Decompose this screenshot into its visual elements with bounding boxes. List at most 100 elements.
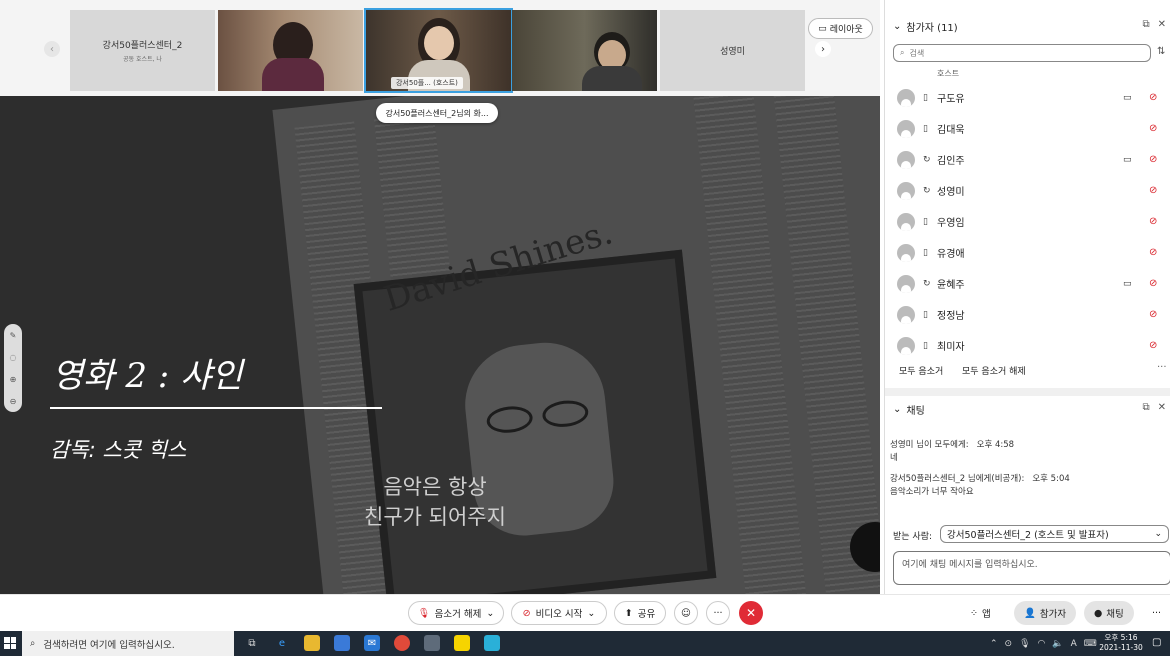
chevron-down-icon[interactable]: ⌄ bbox=[893, 21, 901, 32]
participants-header[interactable]: ⌄ 참가자 (11) bbox=[893, 19, 958, 34]
chat-message-input[interactable]: 여기에 채팅 메시지를 입력하십시오. bbox=[893, 551, 1170, 585]
webex-icon[interactable] bbox=[484, 635, 500, 651]
participant-row[interactable]: ▯ 구도유 ▭ ⊘ bbox=[885, 82, 1170, 113]
mic-muted-icon[interactable]: ⊘ bbox=[1149, 278, 1157, 289]
more-options-button[interactable]: ··· bbox=[706, 601, 730, 625]
layout-button[interactable]: ▭ 레이아웃 bbox=[808, 18, 873, 39]
participant-name: 성영미 bbox=[937, 187, 965, 198]
chevron-down-icon[interactable]: ⌄ bbox=[893, 404, 901, 415]
participant-name: 유경애 bbox=[937, 249, 965, 260]
popout-icon[interactable]: ⧉ bbox=[1142, 402, 1149, 413]
tile-name: 강서50플러스센터_2 bbox=[102, 41, 183, 51]
mic-muted-icon[interactable]: ⊘ bbox=[1149, 340, 1157, 351]
close-icon[interactable]: ✕ bbox=[1158, 19, 1166, 30]
participant-row[interactable]: ▯ 최미자 ⊘ bbox=[885, 330, 1170, 361]
apps-button[interactable]: ⁘ 앱 bbox=[970, 601, 991, 625]
mic-icon[interactable]: 🎙 bbox=[1019, 639, 1030, 649]
video-tile-self[interactable]: 강서50플러스센터_2 공동 호스트, 나 bbox=[70, 10, 215, 91]
phone-icon: ▯ bbox=[923, 309, 928, 320]
slide-subtitle: 감독: 스콧 힉스 bbox=[50, 438, 187, 462]
apps-icon: ⁘ bbox=[970, 607, 978, 619]
edge-icon[interactable]: e bbox=[274, 635, 290, 651]
chat-label: 채팅 bbox=[1106, 609, 1124, 620]
participant-search-input[interactable]: ⌕ 검색 bbox=[893, 44, 1151, 62]
network-icon[interactable]: ⊙ bbox=[1005, 639, 1013, 649]
ime-indicator[interactable]: A bbox=[1071, 639, 1077, 649]
participant-row[interactable]: ↻ 성영미 ⊘ bbox=[885, 175, 1170, 206]
keyboard-icon[interactable]: ⌨ bbox=[1084, 639, 1097, 649]
strip-prev-button[interactable]: ‹ bbox=[44, 41, 60, 57]
mute-all-button[interactable]: 모두 음소거 bbox=[899, 364, 943, 377]
share-button[interactable]: ⬆ 공유 bbox=[614, 601, 666, 625]
wifi-icon[interactable]: ◠ bbox=[1038, 639, 1046, 649]
camera-icon: ▭ bbox=[1123, 278, 1132, 289]
participant-name: 김대욱 bbox=[937, 125, 965, 136]
video-tile[interactable] bbox=[218, 10, 363, 91]
recipient-select[interactable]: 강서50플러스센터_2 (호스트 및 발표자) ⌄ bbox=[940, 525, 1169, 543]
chat-button[interactable]: ● 채팅 bbox=[1084, 601, 1134, 625]
start-video-button[interactable]: ⊘ 비디오 시작 ⌄ bbox=[511, 601, 607, 625]
mic-muted-icon[interactable]: ⊘ bbox=[1149, 92, 1157, 103]
system-tray: ⌃ ⊙ 🎙 ◠ 🔈 A ⌨ bbox=[990, 631, 1097, 656]
mic-muted-icon[interactable]: ⊘ bbox=[1149, 154, 1157, 165]
task-view-icon[interactable]: ⧉ bbox=[244, 635, 260, 651]
slide-caption: 음악은 항상 친구가 되어주지 bbox=[340, 472, 530, 532]
chevron-down-icon[interactable]: ⌄ bbox=[486, 608, 494, 619]
chevron-up-icon[interactable]: ⌃ bbox=[990, 639, 998, 649]
chevron-down-icon[interactable]: ⌄ bbox=[587, 608, 595, 619]
sharer-indicator[interactable]: 강서50플러스센터_2님의 화... bbox=[376, 103, 498, 123]
avatar bbox=[897, 181, 915, 200]
zoom-in-icon[interactable]: ⊕ bbox=[10, 375, 17, 384]
mic-muted-icon[interactable]: ⊘ bbox=[1149, 123, 1157, 134]
avatar bbox=[897, 212, 915, 231]
toolbar-more-button[interactable]: ··· bbox=[1152, 601, 1161, 625]
mail-icon[interactable]: ✉ bbox=[364, 635, 380, 651]
unmute-all-button[interactable]: 모두 음소거 해제 bbox=[962, 364, 1026, 377]
zoom-out-icon[interactable]: ⊖ bbox=[10, 397, 17, 406]
reactions-button[interactable]: ☺ bbox=[674, 601, 698, 625]
caption-line: 음악은 항상 bbox=[383, 475, 487, 499]
chevron-down-icon: ⌄ bbox=[1154, 529, 1162, 539]
recipient-label: 받는 사람: bbox=[893, 532, 933, 542]
video-tile-host[interactable]: 강서50플... (호스트) bbox=[364, 8, 513, 93]
participant-row[interactable]: ▯ 김대욱 ⊘ bbox=[885, 113, 1170, 144]
unmute-button[interactable]: 🎙 음소거 해제 ⌄ bbox=[408, 601, 504, 625]
mic-muted-icon[interactable]: ⊘ bbox=[1149, 247, 1157, 258]
popout-icon[interactable]: ⧉ bbox=[1142, 19, 1149, 30]
video-tile[interactable]: 성영미 bbox=[660, 10, 805, 91]
participant-row[interactable]: ▯ 우영임 ⊘ bbox=[885, 206, 1170, 237]
mic-muted-icon[interactable]: ⊘ bbox=[1149, 185, 1157, 196]
mic-muted-icon[interactable]: ⊘ bbox=[1149, 309, 1157, 320]
participant-row[interactable]: ▯ 정정남 ⊘ bbox=[885, 299, 1170, 330]
unmute-label: 음소거 해제 bbox=[434, 609, 482, 620]
kakaotalk-icon[interactable] bbox=[454, 635, 470, 651]
pointer-icon[interactable]: ◌ bbox=[10, 353, 17, 362]
taskbar-search-input[interactable]: ⌕ 검색하려면 여기에 입력하십시오. bbox=[22, 631, 234, 656]
app-icon[interactable] bbox=[424, 635, 440, 651]
chat-header[interactable]: ⌄ 채팅 bbox=[893, 402, 925, 417]
annotation-controls[interactable]: ✎ ◌ ⊕ ⊖ bbox=[4, 324, 22, 412]
notification-icon[interactable]: ▢ bbox=[1152, 637, 1161, 648]
sort-icon[interactable]: ⇅ bbox=[1157, 46, 1165, 57]
participants-button[interactable]: 👤 참가자 bbox=[1014, 601, 1077, 625]
participant-name: 김인주 bbox=[937, 156, 965, 167]
store-icon[interactable] bbox=[334, 635, 350, 651]
video-off-icon: ⊘ bbox=[522, 607, 531, 619]
strip-next-button[interactable]: › bbox=[815, 41, 831, 57]
participant-row[interactable]: ↻ 윤혜주 ▭ ⊘ bbox=[885, 268, 1170, 299]
close-icon[interactable]: ✕ bbox=[1158, 402, 1166, 413]
file-explorer-icon[interactable] bbox=[304, 635, 320, 651]
chrome-icon[interactable] bbox=[394, 635, 410, 651]
windows-start-icon[interactable] bbox=[4, 637, 16, 649]
annotate-icon[interactable]: ✎ bbox=[10, 331, 17, 340]
participant-role: 호스트 bbox=[937, 69, 960, 78]
volume-icon[interactable]: 🔈 bbox=[1052, 639, 1063, 649]
mic-muted-icon[interactable]: ⊘ bbox=[1149, 216, 1157, 227]
leave-meeting-button[interactable]: ✕ bbox=[739, 601, 763, 625]
chat-title: 채팅 bbox=[906, 406, 925, 417]
video-tile[interactable] bbox=[512, 10, 657, 91]
participant-row[interactable]: ↻ 김인주 ▭ ⊘ bbox=[885, 144, 1170, 175]
more-icon[interactable]: ··· bbox=[1157, 362, 1167, 373]
participant-row[interactable]: ▯ 유경애 ⊘ bbox=[885, 237, 1170, 268]
taskbar-clock[interactable]: 오후 5:16 2021-11-30 bbox=[1098, 633, 1144, 653]
